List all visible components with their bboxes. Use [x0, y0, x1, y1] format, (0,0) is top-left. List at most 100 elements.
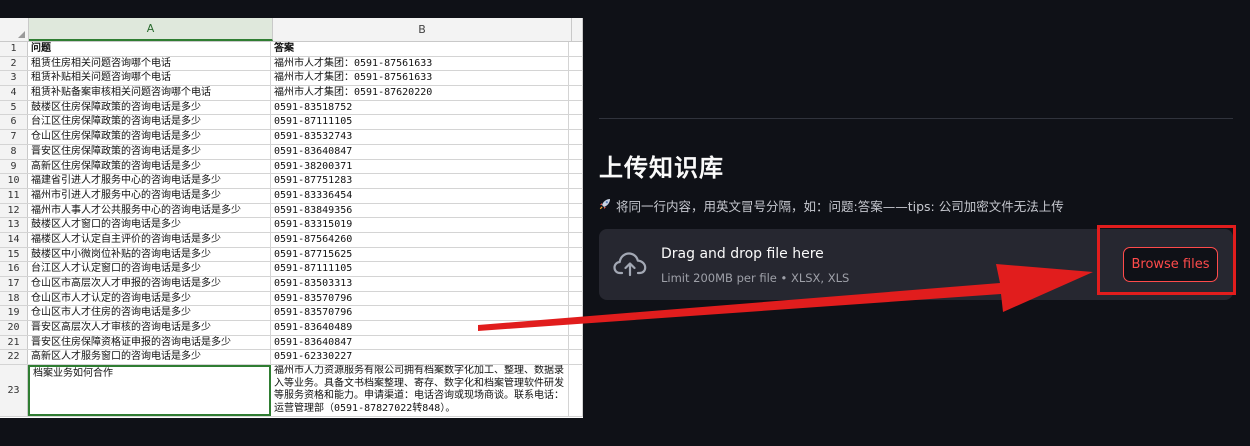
empty-cell[interactable] — [569, 71, 583, 86]
column-header-b[interactable]: B — [273, 18, 572, 41]
cell-answer[interactable]: 福州市人才集团：0591-87561633 — [271, 71, 569, 86]
row-number[interactable]: 21 — [0, 335, 28, 350]
cell-answer[interactable]: 0591-83315019 — [271, 218, 569, 232]
table-row: 8 晋安区住房保障政策的咨询电话是多少 0591-83640847 — [0, 144, 583, 160]
cell-question[interactable]: 福建省引进人才服务中心的咨询电话是多少 — [28, 174, 271, 188]
cell-answer[interactable]: 0591-83640847 — [271, 335, 569, 350]
select-all-corner[interactable] — [0, 18, 29, 41]
cell-question[interactable]: 仓山区住房保障政策的咨询电话是多少 — [28, 130, 271, 144]
cell-question[interactable]: 仓山区市高层次人才申报的咨询电话是多少 — [28, 277, 271, 291]
cell-question[interactable]: 高新区住房保障政策的咨询电话是多少 — [28, 159, 271, 174]
empty-cell[interactable] — [569, 115, 583, 130]
cell-question[interactable]: 福楼区人才认定自主评价的咨询电话是多少 — [28, 232, 271, 247]
empty-cell[interactable] — [569, 291, 583, 306]
cell-question[interactable]: 鼓楼区住房保障政策的咨询电话是多少 — [28, 100, 271, 115]
row-number[interactable]: 19 — [0, 306, 28, 321]
empty-cell[interactable] — [569, 306, 583, 321]
cell-question[interactable]: 租赁补贴备案审核相关问题咨询哪个电话 — [28, 86, 271, 100]
cell-answer[interactable]: 福州市人力资源服务有限公司拥有档案数字化加工、整理、数据录入等业务。具备文书档案… — [271, 365, 569, 417]
cell-question[interactable]: 福州市引进人才服务中心的咨询电话是多少 — [28, 188, 271, 203]
row-number[interactable]: 13 — [0, 218, 28, 232]
cell-question[interactable]: 晋安区住房保障政策的咨询电话是多少 — [28, 144, 271, 159]
row-number[interactable]: 15 — [0, 247, 28, 262]
empty-cell[interactable] — [569, 321, 583, 335]
cell-answer[interactable]: 0591-87111105 — [271, 262, 569, 276]
empty-cell[interactable] — [569, 100, 583, 115]
empty-cell[interactable] — [569, 277, 583, 291]
header-cell-question[interactable]: 问题 — [28, 42, 271, 56]
dropzone-limit: Limit 200MB per file • XLSX, XLS — [661, 271, 850, 285]
row-number[interactable]: 22 — [0, 350, 28, 365]
empty-cell[interactable] — [569, 232, 583, 247]
cell-answer[interactable]: 福州市人才集团：0591-87620220 — [271, 86, 569, 100]
cell-question[interactable]: 台江区住房保障政策的咨询电话是多少 — [28, 115, 271, 130]
cell-answer[interactable]: 0591-83336454 — [271, 188, 569, 203]
row-number[interactable]: 8 — [0, 144, 28, 159]
empty-cell[interactable] — [569, 350, 583, 365]
empty-cell[interactable] — [569, 144, 583, 159]
column-header-c[interactable] — [572, 18, 583, 41]
cell-answer[interactable]: 0591-83570796 — [271, 291, 569, 306]
row-number[interactable]: 16 — [0, 262, 28, 276]
empty-cell[interactable] — [569, 365, 583, 417]
row-number[interactable]: 11 — [0, 188, 28, 203]
cell-question[interactable]: 租赁补贴相关问题咨询哪个电话 — [28, 71, 271, 86]
empty-cell[interactable] — [569, 203, 583, 218]
empty-cell[interactable] — [569, 262, 583, 276]
cell-answer[interactable]: 0591-62330227 — [271, 350, 569, 365]
empty-cell[interactable] — [569, 335, 583, 350]
cell-question[interactable]: 晋安区高层次人才审核的咨询电话是多少 — [28, 321, 271, 335]
row-number[interactable]: 18 — [0, 291, 28, 306]
empty-cell[interactable] — [569, 130, 583, 144]
row-number[interactable]: 17 — [0, 277, 28, 291]
cell-answer[interactable]: 0591-83640847 — [271, 144, 569, 159]
row-number[interactable]: 23 — [0, 365, 28, 417]
cell-question[interactable]: 鼓楼区中小微岗位补贴的咨询电话是多少 — [28, 247, 271, 262]
row-number[interactable]: 14 — [0, 232, 28, 247]
column-header-a[interactable]: A — [29, 18, 273, 41]
empty-cell[interactable] — [569, 159, 583, 174]
empty-cell[interactable] — [569, 174, 583, 188]
cell-question[interactable]: 租赁住房相关问题咨询哪个电话 — [28, 56, 271, 71]
cell-question[interactable]: 仓山区市人才住房的咨询电话是多少 — [28, 306, 271, 321]
cell-answer[interactable]: 0591-87111105 — [271, 115, 569, 130]
empty-cell[interactable] — [569, 188, 583, 203]
rocket-icon — [599, 198, 611, 213]
cell-question[interactable]: 高新区人才服务窗口的咨询电话是多少 — [28, 350, 271, 365]
empty-cell[interactable] — [569, 218, 583, 232]
cell-question[interactable]: 仓山区市人才认定的咨询电话是多少 — [28, 291, 271, 306]
cell-answer[interactable]: 福州市人才集团：0591-87561633 — [271, 56, 569, 71]
row-number[interactable]: 10 — [0, 174, 28, 188]
row-number[interactable]: 3 — [0, 71, 28, 86]
empty-cell[interactable] — [569, 86, 583, 100]
empty-cell[interactable] — [569, 247, 583, 262]
header-cell-answer[interactable]: 答案 — [271, 42, 569, 56]
row-number[interactable]: 4 — [0, 86, 28, 100]
row-number[interactable]: 9 — [0, 159, 28, 174]
cell-question[interactable]: 晋安区住房保障资格证申报的咨询电话是多少 — [28, 335, 271, 350]
cell-answer[interactable]: 0591-87715625 — [271, 247, 569, 262]
row-number[interactable]: 5 — [0, 100, 28, 115]
row-number[interactable]: 7 — [0, 130, 28, 144]
cell-answer[interactable]: 0591-83849356 — [271, 203, 569, 218]
table-row: 6 台江区住房保障政策的咨询电话是多少 0591-87111105 — [0, 115, 583, 131]
cell-answer[interactable]: 0591-83570796 — [271, 306, 569, 321]
row-number[interactable]: 2 — [0, 56, 28, 71]
empty-cell[interactable] — [569, 42, 583, 56]
cell-answer[interactable]: 0591-38200371 — [271, 159, 569, 174]
cell-question[interactable]: 台江区人才认定窗口的咨询电话是多少 — [28, 262, 271, 276]
row-number[interactable]: 1 — [0, 42, 28, 56]
selected-cell-question[interactable]: 档案业务如何合作 — [28, 365, 271, 417]
cell-answer[interactable]: 0591-83532743 — [271, 130, 569, 144]
cell-question[interactable]: 鼓楼区人才窗口的咨询电话是多少 — [28, 218, 271, 232]
cell-answer[interactable]: 0591-83640489 — [271, 321, 569, 335]
cell-answer[interactable]: 0591-83518752 — [271, 100, 569, 115]
row-number[interactable]: 6 — [0, 115, 28, 130]
cell-answer[interactable]: 0591-83503313 — [271, 277, 569, 291]
cell-answer[interactable]: 0591-87751283 — [271, 174, 569, 188]
row-number[interactable]: 20 — [0, 321, 28, 335]
cell-answer[interactable]: 0591-87564260 — [271, 232, 569, 247]
cell-question[interactable]: 福州市人事人才公共服务中心的咨询电话是多少 — [28, 203, 271, 218]
empty-cell[interactable] — [569, 56, 583, 71]
row-number[interactable]: 12 — [0, 203, 28, 218]
